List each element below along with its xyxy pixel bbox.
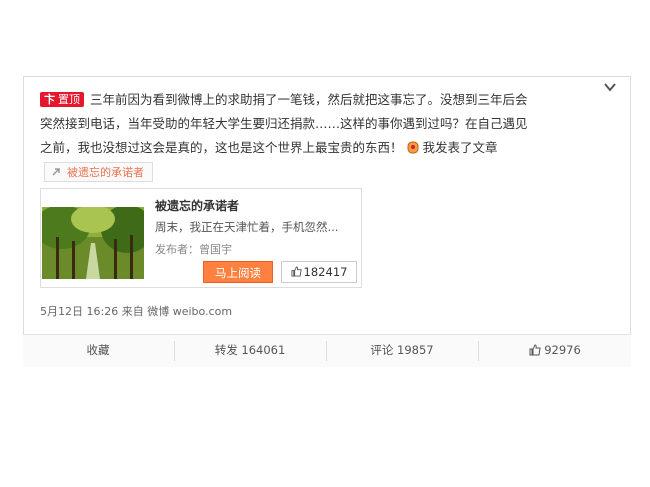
post-source[interactable]: 微博 weibo.com [147, 305, 232, 318]
article-like-button[interactable]: 182417 [281, 261, 357, 283]
article-author: 发布者：曾国宇 [155, 243, 232, 256]
post-text-line2: 突然接到电话，当年受助的年轻大学生要归还捐款……这样的事你遇到过吗？在自己遇见 [40, 116, 528, 131]
pinned-badge: 卞置顶 [40, 92, 84, 107]
hand-emoji-icon [407, 141, 419, 154]
read-now-button[interactable]: 马上阅读 [203, 261, 273, 283]
post-text-line3: 之前，我也没想过这会是真的，这也是这个世界上最宝贵的东西！ [40, 140, 403, 155]
like-button[interactable]: 92976 [479, 335, 631, 367]
published-article-text: 我发表了文章 [422, 140, 498, 155]
article-thumbnail[interactable] [42, 207, 144, 279]
comment-button[interactable]: 评论 19857 [327, 335, 477, 367]
article-like-count: 182417 [303, 265, 348, 279]
chevron-down-icon[interactable] [602, 80, 618, 94]
article-preview-card[interactable]: 被遗忘的承诺者 周末，我正在天津忙着，手机忽然... 发布者：曾国宇 马上阅读 … [40, 188, 362, 288]
action-bar: 收藏 转发 164061 评论 19857 92976 [23, 334, 631, 367]
link-icon [52, 168, 60, 176]
article-tag-link[interactable]: 被遗忘的承诺者 [44, 162, 153, 182]
thumb-up-icon [291, 266, 302, 277]
comment-label: 评论 [370, 343, 394, 357]
article-title[interactable]: 被遗忘的承诺者 [155, 197, 239, 214]
source-prefix: 来自 [121, 305, 144, 318]
favorite-button[interactable]: 收藏 [23, 335, 173, 367]
post-meta: 5月12日 16:26 来自 微博 weibo.com [40, 303, 232, 319]
like-count: 92976 [544, 343, 581, 357]
article-summary: 周末，我正在天津忙着，手机忽然... [155, 220, 339, 234]
post-text: 卞置顶 三年前因为看到微博上的求助捐了一笔钱，然后就把这事忘了。没想到三年后会 突… [40, 88, 600, 160]
thumb-up-icon [529, 344, 541, 356]
post-text-line1: 三年前因为看到微博上的求助捐了一笔钱，然后就把这事忘了。没想到三年后会 [90, 92, 528, 107]
comment-count: 19857 [397, 343, 434, 357]
repost-button[interactable]: 转发 164061 [175, 335, 325, 367]
favorite-label: 收藏 [86, 343, 110, 357]
post-timestamp[interactable]: 5月12日 16:26 [40, 305, 118, 318]
tag-label: 被遗忘的承诺者 [67, 166, 144, 179]
repost-label: 转发 [214, 343, 238, 357]
repost-count: 164061 [241, 343, 286, 357]
